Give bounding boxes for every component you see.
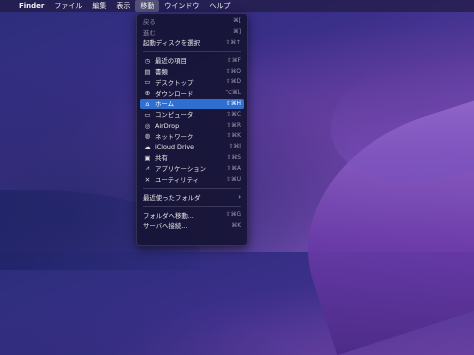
desktop-icon: ▭ xyxy=(144,78,151,87)
menu-item-document[interactable]: ▤ 書類 ⇧⌘O xyxy=(140,66,244,77)
chevron-right-icon: › xyxy=(238,193,241,202)
clock-icon: ◷ xyxy=(144,56,151,65)
menu-item-startup-disk[interactable]: 起動ディスクを選択 ⇧⌘↑ xyxy=(140,38,244,49)
go-menu-dropdown: 戻る ⌘[ 進む ⌘] 起動ディスクを選択 ⇧⌘↑ ◷ 最近の項目 ⇧⌘F ▤ 書類 ⇧⌘… xyxy=(136,13,248,246)
menu-item-network[interactable]: ◍ ネットワーク ⇧⌘K xyxy=(140,131,244,142)
computer-icon: ▭ xyxy=(144,110,151,119)
home-icon: ⌂ xyxy=(145,99,150,108)
menubar-item-edit[interactable]: 編集 xyxy=(87,0,111,12)
menu-item-recent-folders[interactable]: 最近使ったフォルダ › xyxy=(140,192,244,203)
network-icon: ◍ xyxy=(144,132,151,141)
utilities-icon: ✕ xyxy=(144,175,151,184)
airdrop-icon: ◎ xyxy=(144,121,151,130)
menu-item-desktop[interactable]: ▭ デスクトップ ⇧⌘D xyxy=(140,77,244,88)
menu-item-back[interactable]: 戻る ⌘[ xyxy=(140,16,244,27)
download-icon: ⊕ xyxy=(144,89,151,98)
applications-icon: ⩘ xyxy=(145,164,150,173)
menu-item-forward[interactable]: 進む ⌘] xyxy=(140,27,244,38)
menu-item-utilities[interactable]: ✕ ユーティリティ ⇧⌘U xyxy=(140,174,244,185)
menu-separator xyxy=(143,205,241,207)
menubar-item-view[interactable]: 表示 xyxy=(111,0,135,12)
cloud-icon: ☁ xyxy=(144,143,151,152)
menu-item-shared[interactable]: ▣ 共有 ⇧⌘S xyxy=(140,153,244,164)
menu-item-home[interactable]: ⌂ ホーム ⇧⌘H xyxy=(140,98,244,110)
apple-icon[interactable] xyxy=(0,0,14,12)
document-icon: ▤ xyxy=(144,67,151,76)
menu-bar: Finder ファイル 編集 表示 移動 ウインドウ ヘルプ xyxy=(0,0,474,12)
menubar-item-file[interactable]: ファイル xyxy=(49,0,87,12)
shared-icon: ▣ xyxy=(144,153,151,162)
menu-item-cloud[interactable]: ☁ iCloud Drive ⇧⌘I xyxy=(140,142,244,153)
menubar-item-window[interactable]: ウインドウ xyxy=(159,0,204,12)
menu-item-download[interactable]: ⊕ ダウンロード ⌥⌘L xyxy=(140,88,244,99)
menu-separator xyxy=(143,187,241,189)
menu-item-connect-server[interactable]: サーバへ接続... ⌘K xyxy=(140,221,244,232)
menu-item-airdrop[interactable]: ◎ AirDrop ⇧⌘R xyxy=(140,120,244,131)
menu-item-computer[interactable]: ▭ コンピュータ ⇧⌘C xyxy=(140,109,244,120)
menu-item-go-to-folder[interactable]: フォルダへ移動... ⇧⌘G xyxy=(140,210,244,221)
menubar-item-help[interactable]: ヘルプ xyxy=(204,0,235,12)
menu-separator xyxy=(143,51,241,53)
menu-item-applications[interactable]: ⩘ アプリケーション ⇧⌘A xyxy=(140,163,244,174)
menu-item-clock[interactable]: ◷ 最近の項目 ⇧⌘F xyxy=(140,55,244,66)
menubar-item-go[interactable]: 移動 xyxy=(135,0,160,12)
menubar-item-finder[interactable]: Finder xyxy=(14,0,49,12)
